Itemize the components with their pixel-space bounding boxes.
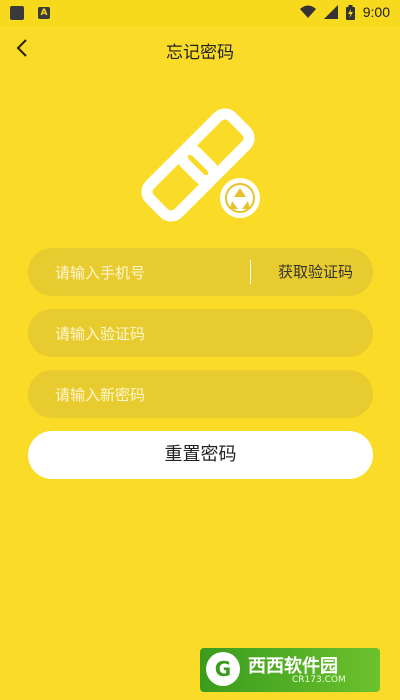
notification-a-icon: A xyxy=(38,7,50,19)
reset-password-button[interactable]: 重置密码 xyxy=(28,431,373,479)
new-password-field[interactable] xyxy=(28,370,373,420)
verification-code-input[interactable] xyxy=(53,309,257,359)
field-divider xyxy=(250,260,251,284)
top-bar: 忘记密码 xyxy=(0,26,400,70)
status-time: 9:00 xyxy=(362,4,390,20)
battery-icon xyxy=(345,4,355,20)
watermark-logo: G xyxy=(206,652,240,686)
watermark-url: CR173.COM xyxy=(292,675,346,685)
watermark-badge: G 西西软件园 CR173.COM xyxy=(200,648,380,692)
status-bar: A 9:00 xyxy=(0,0,400,26)
phone-field[interactable]: 获取验证码 xyxy=(28,248,373,298)
notification-square-icon xyxy=(10,6,24,20)
new-password-input[interactable] xyxy=(53,370,257,420)
wifi-icon xyxy=(299,5,316,18)
chain-link-logo-icon xyxy=(141,108,264,222)
signal-icon xyxy=(323,5,338,19)
verification-code-field[interactable] xyxy=(28,309,373,359)
get-code-button[interactable]: 获取验证码 xyxy=(278,248,353,296)
phone-input[interactable] xyxy=(53,248,257,298)
page-title: 忘记密码 xyxy=(166,43,234,63)
